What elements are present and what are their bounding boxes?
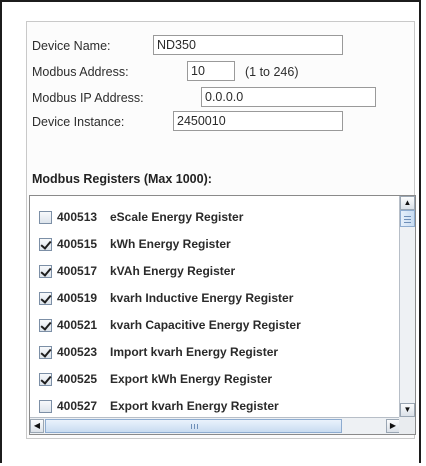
register-name: Import kvarh Energy Register xyxy=(110,345,279,359)
register-checkbox-checked[interactable] xyxy=(39,318,52,332)
register-row[interactable]: 400519 kvarh Inductive Energy Register xyxy=(39,288,293,308)
arrow-left-icon[interactable]: ◀ xyxy=(30,419,44,433)
register-name: eScale Energy Register xyxy=(110,210,244,224)
register-checkbox-checked[interactable] xyxy=(39,264,52,278)
register-number: 400525 xyxy=(57,372,98,386)
register-number: 400521 xyxy=(57,318,98,332)
arrow-up-icon[interactable]: ▲ xyxy=(400,196,415,210)
register-name: kVAh Energy Register xyxy=(110,264,236,278)
modbus-registers-list[interactable]: 400513 eScale Energy Register 400515 kWh En… xyxy=(29,195,416,435)
vertical-scroll-thumb[interactable] xyxy=(400,210,415,227)
register-number: 400515 xyxy=(57,237,98,251)
register-row[interactable]: 400525 Export kWh Energy Register xyxy=(39,369,272,389)
modbus-address-field[interactable]: 10 xyxy=(187,61,235,81)
register-row[interactable]: 400521 kvarh Capacitive Energy Register xyxy=(39,315,301,335)
arrow-right-icon[interactable]: ▶ xyxy=(386,419,400,433)
scroll-corner xyxy=(399,417,415,434)
register-number: 400519 xyxy=(57,291,98,305)
device-instance-field[interactable]: 2450010 xyxy=(173,111,343,131)
device-name-field[interactable]: ND350 xyxy=(153,35,343,55)
modbus-address-range: (1 to 246) xyxy=(245,65,299,79)
register-number: 400527 xyxy=(57,399,98,413)
register-checkbox-checked[interactable] xyxy=(39,291,52,305)
register-checkbox-unchecked[interactable] xyxy=(39,210,52,224)
register-row[interactable]: 400523 Import kvarh Energy Register xyxy=(39,342,278,362)
register-number: 400517 xyxy=(57,264,98,278)
register-row[interactable]: 400515 kWh Energy Register xyxy=(39,234,231,254)
horizontal-scrollbar[interactable]: ◀ ▶ xyxy=(30,417,400,434)
register-number: 400513 xyxy=(57,210,98,224)
register-row[interactable]: 400527 Export kvarh Energy Register xyxy=(39,396,279,416)
horizontal-scroll-thumb[interactable] xyxy=(45,419,342,433)
modbus-ip-field[interactable]: 0.0.0.0 xyxy=(201,87,376,107)
device-instance-label: Device Instance: xyxy=(32,115,125,129)
device-name-label: Device Name: xyxy=(32,39,111,53)
register-row[interactable]: 400517 kVAh Energy Register xyxy=(39,261,235,281)
modbus-registers-title: Modbus Registers (Max 1000): xyxy=(32,172,212,186)
register-number: 400523 xyxy=(57,345,98,359)
vertical-scrollbar[interactable]: ▲ ▼ xyxy=(399,196,415,417)
register-checkbox-unchecked[interactable] xyxy=(39,399,52,413)
register-row[interactable]: 400513 eScale Energy Register xyxy=(39,207,243,227)
register-checkbox-checked[interactable] xyxy=(39,372,52,386)
register-name: kvarh Capacitive Energy Register xyxy=(110,318,301,332)
window-frame: Device Name: ND350 Modbus Address: 10 (1… xyxy=(0,0,421,463)
modbus-ip-label: Modbus IP Address: xyxy=(32,91,144,105)
register-name: Export kvarh Energy Register xyxy=(110,399,279,413)
register-name: kWh Energy Register xyxy=(110,237,231,251)
register-checkbox-checked[interactable] xyxy=(39,345,52,359)
modbus-address-label: Modbus Address: xyxy=(32,65,129,79)
arrow-down-icon[interactable]: ▼ xyxy=(400,403,415,417)
register-name: kvarh Inductive Energy Register xyxy=(110,291,294,305)
register-checkbox-checked[interactable] xyxy=(39,237,52,251)
register-name: Export kWh Energy Register xyxy=(110,372,273,386)
